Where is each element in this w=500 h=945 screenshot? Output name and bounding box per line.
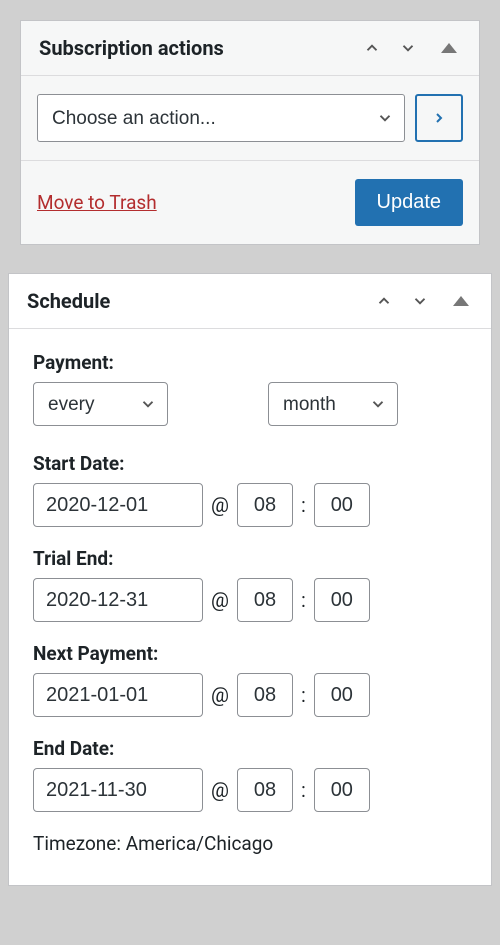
schedule-title: Schedule — [27, 289, 371, 313]
next-payment-row: Next Payment: @ : — [33, 642, 467, 717]
move-to-trash-link[interactable]: Move to Trash — [37, 191, 157, 214]
action-select[interactable]: Choose an action... — [37, 94, 405, 142]
date-inputs: @ : — [33, 483, 467, 527]
schedule-header: Schedule — [9, 274, 491, 329]
end-date-input[interactable] — [33, 768, 203, 812]
actions-footer: Move to Trash Update — [21, 161, 479, 244]
next-payment-hour-input[interactable] — [237, 673, 293, 717]
subscription-actions-title: Subscription actions — [39, 36, 359, 60]
actions-body: Choose an action... — [21, 76, 479, 161]
move-up-button[interactable] — [359, 35, 385, 61]
header-controls — [359, 35, 461, 61]
at-separator: @ — [211, 588, 229, 612]
trial-end-hour-input[interactable] — [237, 578, 293, 622]
next-payment-minute-input[interactable] — [314, 673, 370, 717]
update-button[interactable]: Update — [355, 179, 464, 226]
subscription-actions-header: Subscription actions — [21, 21, 479, 76]
date-inputs: @ : — [33, 768, 467, 812]
colon-separator: : — [301, 683, 306, 707]
trial-end-row: Trial End: @ : — [33, 547, 467, 622]
toggle-panel-button[interactable] — [431, 39, 461, 57]
move-down-button[interactable] — [395, 35, 421, 61]
trial-end-minute-input[interactable] — [314, 578, 370, 622]
timezone-text: Timezone: America/Chicago — [33, 832, 467, 855]
start-date-input[interactable] — [33, 483, 203, 527]
frequency-every-select[interactable]: every — [33, 382, 168, 426]
chevron-down-icon — [411, 292, 429, 310]
chevron-up-icon — [363, 39, 381, 57]
frequency-unit-select[interactable]: month — [268, 382, 398, 426]
end-hour-input[interactable] — [237, 768, 293, 812]
trial-end-date-input[interactable] — [33, 578, 203, 622]
next-payment-label: Next Payment: — [33, 642, 467, 665]
execute-action-button[interactable] — [415, 94, 463, 142]
header-controls — [371, 288, 473, 314]
next-payment-date-input[interactable] — [33, 673, 203, 717]
at-separator: @ — [211, 683, 229, 707]
start-date-label: Start Date: — [33, 452, 467, 475]
schedule-body: Payment: every month Start Date: @ : Tri… — [9, 329, 491, 885]
move-down-button[interactable] — [407, 288, 433, 314]
start-date-row: Start Date: @ : — [33, 452, 467, 527]
at-separator: @ — [211, 493, 229, 517]
at-separator: @ — [211, 778, 229, 802]
colon-separator: : — [301, 778, 306, 802]
payment-label: Payment: — [33, 351, 467, 374]
payment-row: every month — [33, 382, 467, 426]
trial-end-label: Trial End: — [33, 547, 467, 570]
colon-separator: : — [301, 588, 306, 612]
start-minute-input[interactable] — [314, 483, 370, 527]
move-up-button[interactable] — [371, 288, 397, 314]
chevron-right-icon — [431, 110, 447, 126]
toggle-panel-button[interactable] — [443, 292, 473, 310]
chevron-down-icon — [399, 39, 417, 57]
chevron-up-icon — [375, 292, 393, 310]
triangle-up-icon — [441, 43, 457, 53]
start-hour-input[interactable] — [237, 483, 293, 527]
schedule-metabox: Schedule Payment: every month Start Date… — [8, 273, 492, 886]
end-date-label: End Date: — [33, 737, 467, 760]
date-inputs: @ : — [33, 578, 467, 622]
subscription-actions-metabox: Subscription actions Choose an action...… — [20, 20, 480, 245]
end-date-row: End Date: @ : — [33, 737, 467, 812]
end-minute-input[interactable] — [314, 768, 370, 812]
triangle-up-icon — [453, 296, 469, 306]
date-inputs: @ : — [33, 673, 467, 717]
colon-separator: : — [301, 493, 306, 517]
